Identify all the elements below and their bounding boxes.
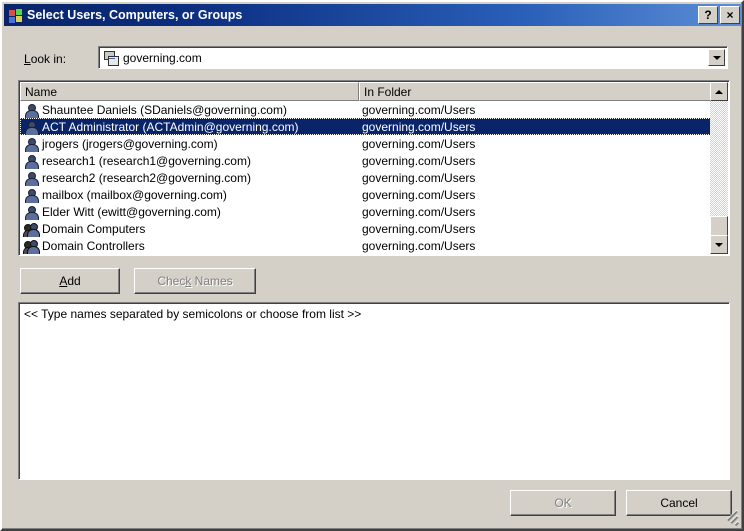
check-names-button-label: Check Names bbox=[157, 274, 233, 288]
row-name-label: research2 (research2@governing.com) bbox=[42, 170, 251, 185]
listview-header: Name In Folder bbox=[20, 82, 728, 101]
windows-flag-icon bbox=[7, 7, 23, 23]
row-folder-label: governing.com/Users bbox=[362, 153, 476, 168]
look-in-label: Look in: bbox=[24, 52, 66, 66]
table-row[interactable]: jrogers (jrogers@governing.com) governing… bbox=[20, 135, 713, 152]
names-input[interactable]: << Type names separated by semicolons or… bbox=[18, 302, 730, 480]
domain-servers-icon bbox=[103, 50, 119, 66]
row-name-label: ACT Administrator (ACTAdmin@governing.co… bbox=[42, 119, 299, 134]
row-name-cell: Domain Controllers bbox=[20, 238, 359, 254]
row-folder-label: governing.com/Users bbox=[362, 119, 476, 134]
table-row[interactable]: Domain Controllers governing.com/Users bbox=[20, 237, 713, 254]
listview-vertical-scrollbar[interactable] bbox=[710, 82, 728, 254]
row-name-label: Shauntee Daniels (SDaniels@governing.com… bbox=[42, 102, 287, 117]
scrollbar-thumb[interactable] bbox=[710, 216, 728, 236]
table-row[interactable]: Domain Computers governing.com/Users bbox=[20, 220, 713, 237]
row-name-cell: Elder Witt (ewitt@governing.com) bbox=[20, 204, 359, 220]
row-name-label: jrogers (jrogers@governing.com) bbox=[42, 136, 218, 151]
row-name-cell: ACT Administrator (ACTAdmin@governing.co… bbox=[20, 119, 359, 135]
row-name-label: Domain Controllers bbox=[42, 238, 145, 253]
listview-rows: Shauntee Daniels (SDaniels@governing.com… bbox=[20, 101, 713, 254]
results-listview[interactable]: Name In Folder Shauntee Daniels (SDaniel… bbox=[18, 80, 730, 256]
column-header-in-folder[interactable]: In Folder bbox=[359, 82, 711, 101]
scroll-up-icon[interactable] bbox=[710, 82, 728, 101]
user-icon bbox=[23, 153, 39, 169]
row-folder-label: governing.com/Users bbox=[362, 170, 476, 185]
look-in-label-rest: ook in: bbox=[30, 52, 67, 66]
scrollbar-track[interactable] bbox=[710, 101, 728, 236]
row-name-label: mailbox (mailbox@governing.com) bbox=[42, 187, 227, 202]
column-header-name[interactable]: Name bbox=[20, 82, 359, 101]
row-folder-label: governing.com/Users bbox=[362, 136, 476, 151]
row-name-label: Domain Computers bbox=[42, 221, 146, 236]
row-name-cell: Shauntee Daniels (SDaniels@governing.com… bbox=[20, 102, 359, 118]
look-in-combobox[interactable]: governing.com bbox=[98, 46, 728, 69]
row-folder-label: governing.com/Users bbox=[362, 204, 476, 219]
cancel-button[interactable]: Cancel bbox=[626, 490, 732, 516]
row-name-cell: jrogers (jrogers@governing.com) bbox=[20, 136, 359, 152]
table-row[interactable]: Shauntee Daniels (SDaniels@governing.com… bbox=[20, 101, 713, 118]
add-button-label: Add bbox=[59, 274, 81, 288]
group-icon bbox=[23, 221, 40, 237]
add-button[interactable]: Add bbox=[20, 268, 120, 294]
table-row[interactable]: research2 (research2@governing.com) gover… bbox=[20, 169, 713, 186]
add-button-label-rest: dd bbox=[67, 274, 81, 288]
row-folder-label: governing.com/Users bbox=[362, 187, 476, 202]
table-row[interactable]: Elder Witt (ewitt@governing.com) governin… bbox=[20, 203, 713, 220]
help-icon[interactable]: ? bbox=[698, 6, 718, 24]
resize-grip[interactable] bbox=[726, 509, 740, 527]
row-name-cell: research1 (research1@governing.com) bbox=[20, 153, 359, 169]
row-name-cell: research2 (research2@governing.com) bbox=[20, 170, 359, 186]
row-name-label: research1 (research1@governing.com) bbox=[42, 153, 251, 168]
row-folder-label: governing.com/Users bbox=[362, 238, 476, 253]
table-row[interactable]: research1 (research1@governing.com) gover… bbox=[20, 152, 713, 169]
row-name-cell: Domain Computers bbox=[20, 221, 359, 237]
row-folder-label: governing.com/Users bbox=[362, 102, 476, 117]
row-folder-label: governing.com/Users bbox=[362, 221, 476, 236]
scroll-down-icon[interactable] bbox=[710, 235, 728, 254]
user-icon bbox=[23, 119, 39, 135]
table-row[interactable]: mailbox (mailbox@governing.com) governing… bbox=[20, 186, 713, 203]
close-icon[interactable]: × bbox=[720, 6, 740, 24]
row-name-label: Elder Witt (ewitt@governing.com) bbox=[42, 204, 221, 219]
title-bar-buttons: ? × bbox=[698, 6, 740, 24]
chevron-down-icon[interactable] bbox=[708, 49, 725, 66]
ok-button[interactable]: OK bbox=[510, 490, 616, 516]
user-icon bbox=[23, 102, 39, 118]
row-name-cell: mailbox (mailbox@governing.com) bbox=[20, 187, 359, 203]
look-in-label-accel: L bbox=[24, 52, 31, 66]
select-users-dialog: Select Users, Computers, or Groups ? × L… bbox=[0, 0, 744, 531]
group-icon bbox=[23, 238, 40, 254]
look-in-value: governing.com bbox=[123, 50, 202, 65]
table-row[interactable]: ACT Administrator (ACTAdmin@governing.co… bbox=[20, 118, 713, 135]
user-icon bbox=[23, 170, 39, 186]
title-bar[interactable]: Select Users, Computers, or Groups ? × bbox=[4, 4, 742, 26]
user-icon bbox=[23, 187, 39, 203]
window-title: Select Users, Computers, or Groups bbox=[27, 8, 243, 22]
user-icon bbox=[23, 204, 39, 220]
user-icon bbox=[23, 136, 39, 152]
check-names-button[interactable]: Check Names bbox=[134, 268, 256, 294]
